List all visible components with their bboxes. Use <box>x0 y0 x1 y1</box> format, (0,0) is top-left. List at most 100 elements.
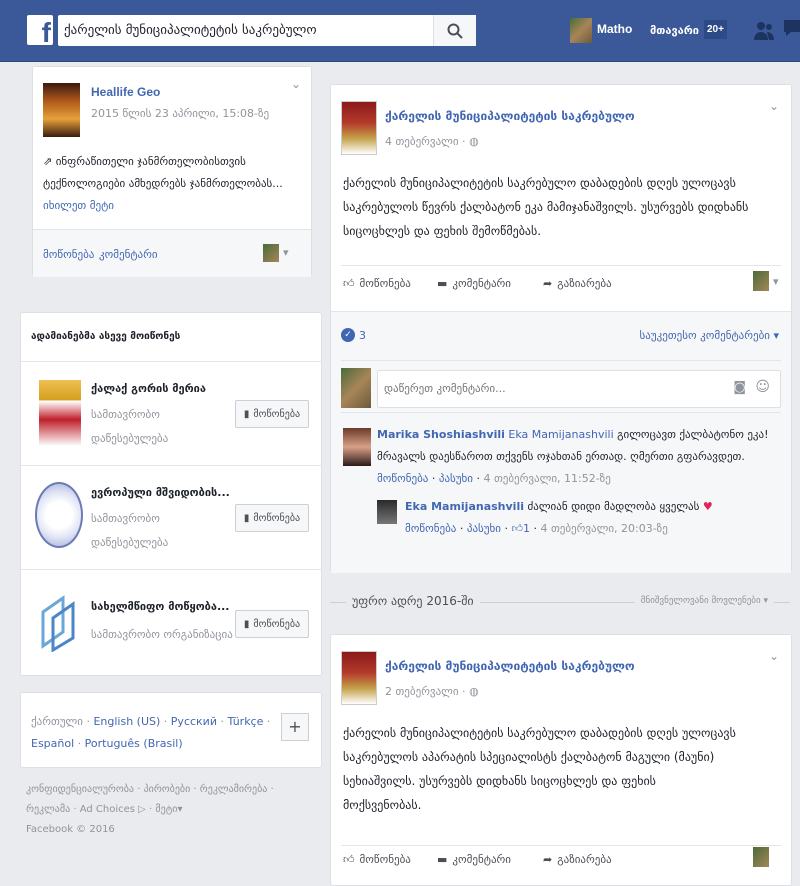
share-icon: ➦ <box>543 853 553 866</box>
page-avatar[interactable] <box>341 651 377 705</box>
avatar[interactable] <box>263 244 279 262</box>
footer-link[interactable]: რეკლამირება <box>200 784 268 795</box>
footer-link[interactable]: მეტი <box>155 804 177 815</box>
comment-like-link[interactable]: მოწონება <box>377 472 428 485</box>
page-name-link[interactable]: ქარელის მუნიციპალიტეტის საკრებულო <box>385 109 635 123</box>
avatar[interactable] <box>753 271 769 291</box>
see-more-link[interactable]: იხილეთ მეტი <box>43 195 303 217</box>
divider <box>341 412 781 413</box>
camera-icon[interactable]: ◙ <box>733 380 746 395</box>
top-navigation-bar: f Matho მთავარი 20+ <box>0 0 800 62</box>
home-link[interactable]: მთავარი <box>650 24 699 37</box>
like-action-button[interactable]: 👍︎ მოწონება <box>343 277 411 290</box>
comment-like-link[interactable]: მოწონება <box>405 522 456 535</box>
comment-box: ◙ ☺ <box>377 370 781 408</box>
like-page-button[interactable]: ▮ მოწონება <box>235 400 309 428</box>
comment-input[interactable] <box>378 371 710 405</box>
page-avatar[interactable] <box>341 101 377 155</box>
post-date[interactable]: 2015 წლის 23 აპრილი, 15:08-ზე <box>91 107 269 120</box>
chevron-down-icon[interactable]: ⌄ <box>769 649 779 663</box>
page-name-link[interactable]: ევროპული მშვიდობის... <box>91 486 230 499</box>
page-name-link[interactable]: სახელმწიფო მოწყობა... <box>91 600 230 613</box>
page-name-link[interactable]: ქარელის მუნიციპალიტეტის საკრებულო <box>385 659 635 673</box>
ad-choices-icon: ▷ <box>135 804 146 815</box>
share-icon: ➦ <box>543 277 553 290</box>
language-link[interactable]: English (US) <box>93 715 160 728</box>
comment-reply-link[interactable]: პასუხი <box>439 472 473 485</box>
comment-date[interactable]: 4 თებერვალი, 11:52-ზე <box>483 472 610 485</box>
footer-link[interactable]: Ad Choices <box>80 804 135 815</box>
add-language-button[interactable]: + <box>281 713 309 741</box>
comment-date[interactable]: 4 თებერვალი, 20:03-ზე <box>540 522 667 535</box>
like-page-button[interactable]: ▮ მოწონება <box>235 610 309 638</box>
globe-icon: ◍ <box>469 685 479 698</box>
thumbs-up-icon: ▮ <box>243 408 250 420</box>
notification-count-badge[interactable]: 20+ <box>704 20 727 39</box>
avatar[interactable] <box>377 500 397 524</box>
share-action-button[interactable]: ➦ გაზიარება <box>543 853 612 866</box>
comment-action-button[interactable]: ▬ კომენტარი <box>437 277 511 290</box>
suggested-pages-card: ადამიანებმა ასევე მოიწონეს ქალაქ გორის მ… <box>20 312 322 676</box>
user-name-link[interactable]: Matho <box>597 22 632 36</box>
reactions-summary[interactable]: ✓ 3 <box>341 328 366 342</box>
post-date[interactable]: 2 თებერვალი · ◍ <box>385 685 479 698</box>
mention-link[interactable]: Eka Mamijanashvili <box>508 428 613 441</box>
like-label: მოწონება <box>359 277 411 290</box>
avatar[interactable] <box>753 847 769 867</box>
suggested-title: ადამიანებმა ასევე მოიწონეს <box>31 331 181 342</box>
messages-icon[interactable] <box>782 16 800 42</box>
comment-action-button[interactable]: ▬ კომენტარი <box>437 853 511 866</box>
language-link[interactable]: Русский <box>171 715 217 728</box>
chevron-down-icon[interactable]: ⌄ <box>291 77 301 91</box>
comment-author-link[interactable]: Eka Mamijanashvili <box>405 500 524 513</box>
comment-link[interactable]: კომენტარი <box>99 248 158 261</box>
caret-down-icon[interactable]: ▾ <box>283 246 289 259</box>
search-input[interactable] <box>58 15 424 46</box>
reply-body: Eka Mamijanashvili ძალიან დიდი მადლობა ყ… <box>405 500 713 535</box>
language-link[interactable]: Português (Brasil) <box>85 737 183 750</box>
page-thumbnail[interactable] <box>35 482 83 548</box>
footer-link[interactable]: რეკლამა <box>26 804 70 815</box>
search-button[interactable] <box>433 15 476 46</box>
like-link[interactable]: მოწონება <box>43 248 94 261</box>
footer-link[interactable]: პირობები <box>144 784 191 795</box>
footer-link[interactable]: კონფიდენციალურობა <box>26 784 134 795</box>
emoji-icon[interactable]: ☺ <box>755 379 770 395</box>
post-text: ინფრაწითელი ჯანმრთელობისთვის <box>55 155 246 168</box>
list-item: ქალაქ გორის მერია სამთავრობო დაწესებულებ… <box>21 362 321 465</box>
avatar[interactable] <box>341 368 371 408</box>
reply-likes-count[interactable]: 1 <box>523 522 530 535</box>
friend-requests-icon[interactable] <box>752 18 776 42</box>
top-comments-dropdown[interactable]: საუკეთესო კომენტარები ▾ <box>640 329 779 342</box>
language-link[interactable]: Türkçe <box>227 715 263 728</box>
avatar[interactable] <box>343 428 371 466</box>
language-link[interactable]: Español <box>31 737 74 750</box>
facebook-logo[interactable]: f <box>27 15 53 45</box>
post-text-2: ტექნოლოგიები ამხედრებს ჯანმრთელობას... <box>43 177 283 190</box>
caret-down-icon[interactable]: ▾ <box>773 275 779 288</box>
comment-text: მრავალს დაესწაროთ თქვენს ოჯახთან ერთად. … <box>377 450 745 463</box>
page-thumbnail[interactable] <box>39 380 81 446</box>
like-action-button[interactable]: 👍︎ მოწონება <box>343 853 411 866</box>
post-date[interactable]: 4 თებერვალი · ◍ <box>385 135 479 148</box>
page-thumbnail[interactable] <box>39 592 79 652</box>
like-label: მოწონება <box>253 408 301 420</box>
share-label: გაზიარება <box>557 277 612 290</box>
share-action-button[interactable]: ➦ გაზიარება <box>543 277 612 290</box>
like-page-button[interactable]: ▮ მოწონება <box>235 504 309 532</box>
highlights-dropdown[interactable]: მნიშვნელოვანი მოვლენები ▾ <box>634 596 774 606</box>
timeline-post: ქარელის მუნიციპალიტეტის საკრებულო 2 თებე… <box>330 634 792 886</box>
user-avatar[interactable] <box>570 18 592 43</box>
page-thumbnail[interactable] <box>43 83 80 137</box>
thumbs-up-icon: ▮ <box>243 618 250 630</box>
top-comments-label: საუკეთესო კომენტარები <box>639 329 770 342</box>
page-category: სამთავრობო ორგანიზაცია <box>91 628 233 641</box>
page-name-link[interactable]: ქალაქ გორის მერია <box>91 382 206 395</box>
languages-card: ქართული · English (US) · Русский · Türkç… <box>20 692 322 768</box>
chevron-down-icon[interactable]: ⌄ <box>769 99 779 113</box>
page-name-link[interactable]: Heallife Geo <box>91 85 160 99</box>
list-item: ევროპული მშვიდობის... სამთავრობო დაწესებ… <box>21 466 321 569</box>
post-text-line: ქარელის მუნიციპალიტეტის საკრებულო დაბადე… <box>343 176 736 190</box>
comment-reply-link[interactable]: პასუხი <box>467 522 501 535</box>
comment-author-link[interactable]: Marika Shoshiashvili <box>377 428 505 441</box>
